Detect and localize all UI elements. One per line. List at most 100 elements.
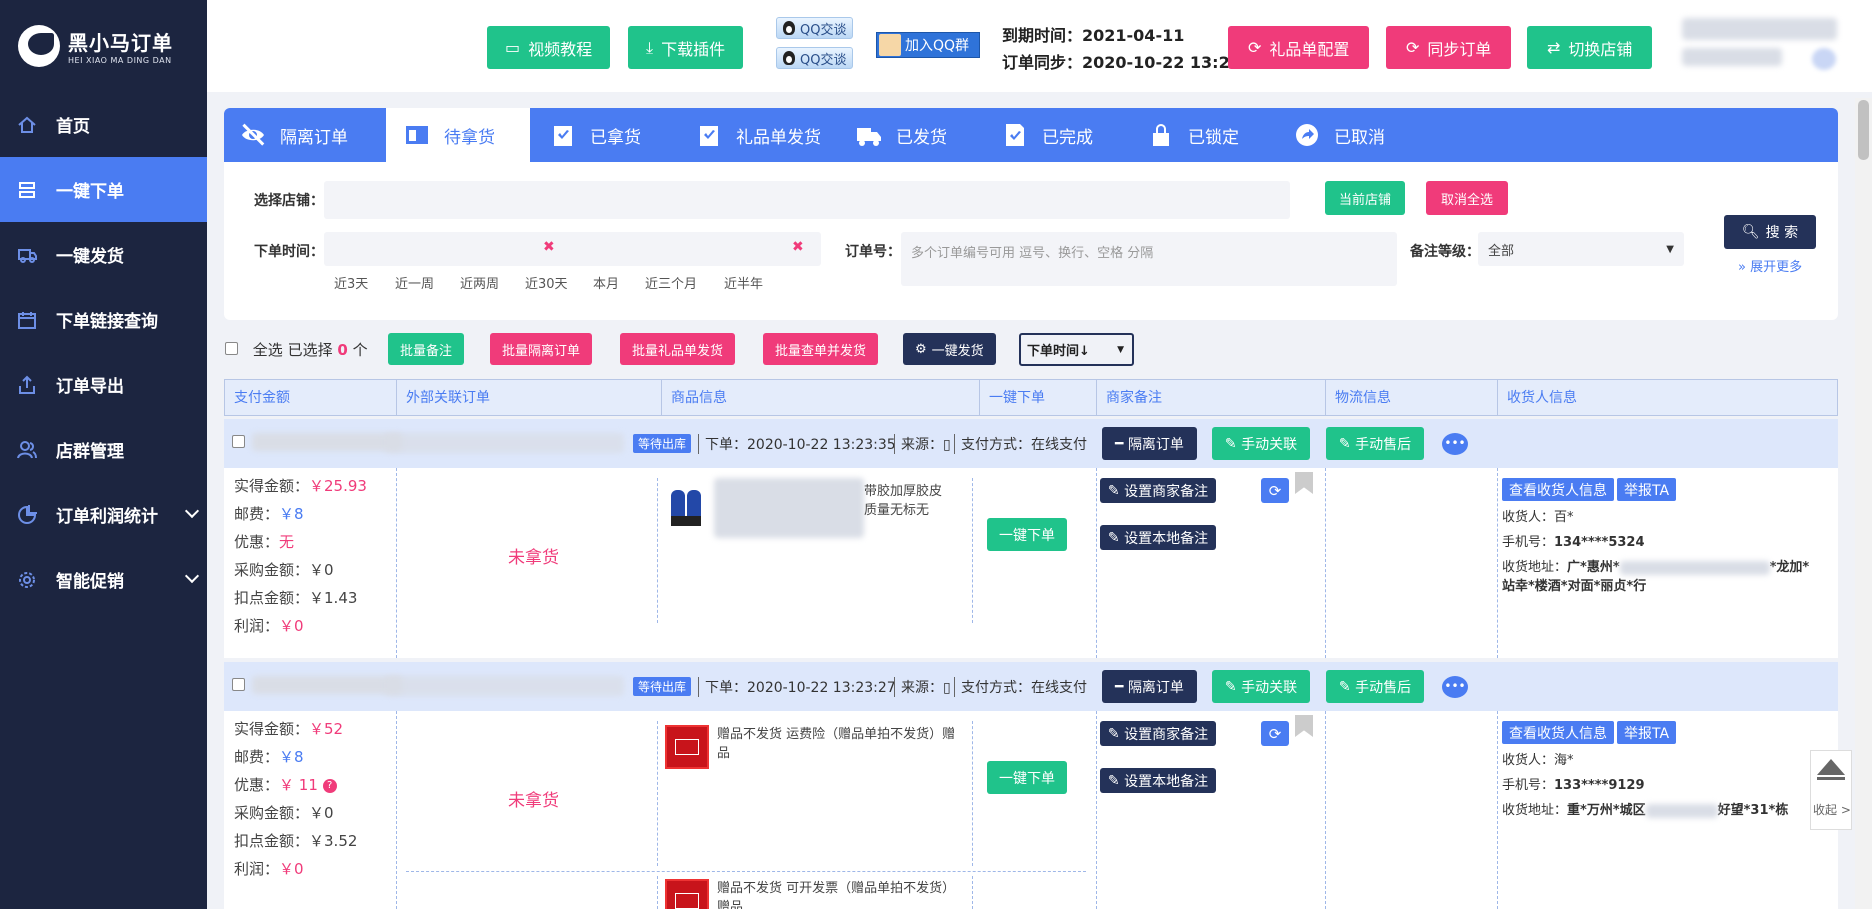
manual-link-button[interactable]: ✎ 手动关联 [1212, 670, 1310, 703]
isolate-order-button[interactable]: ━ 隔离订单 [1102, 427, 1197, 460]
quick-range-this-month[interactable]: 本月 [593, 273, 619, 292]
sidebar-item-one-click-ship[interactable]: 一键发货 [0, 222, 207, 287]
search-button[interactable]: 🔍︎ 搜 索 [1724, 215, 1816, 249]
download-plugin-button[interactable]: ⤓ 下载插件 [628, 26, 744, 69]
profit-amount: ￥0 [279, 860, 304, 878]
gift-config-button[interactable]: ⟳ 礼品单配置 [1228, 26, 1370, 69]
remark-level-select[interactable]: 全部 ▼ [1478, 232, 1684, 266]
column-divider [657, 478, 658, 623]
address-label: 收货地址： [1502, 803, 1568, 818]
report-button[interactable]: 举报TA [1617, 721, 1677, 744]
qq-chat-button-1[interactable]: QQ交谈 [776, 17, 854, 39]
tab-pending-pickup[interactable]: 待拿货 [386, 108, 530, 162]
batch-gift-ship-button[interactable]: 批量礼品单发货 [620, 333, 736, 365]
brand-logo[interactable]: 黑小马订单 HEI XIAO MA DING DAN [0, 0, 207, 92]
product-title[interactable]: 赠品不发货 运费险（赠品单拍不发货）赠品 [717, 725, 957, 763]
expand-more-link[interactable]: » 展开更多 [1738, 256, 1802, 275]
clear-start-date-icon[interactable]: ✖ [543, 239, 555, 255]
order-time-range-field[interactable] [324, 232, 821, 266]
clear-end-date-icon[interactable]: ✖ [792, 239, 804, 255]
manual-aftersale-button[interactable]: ✎ 手动售后 [1326, 670, 1424, 703]
qq-penguin-icon [783, 51, 795, 65]
sidebar-item-store-group[interactable]: 店群管理 [0, 417, 207, 482]
isolate-order-button[interactable]: ━ 隔离订单 [1102, 670, 1197, 703]
set-local-remark-button[interactable]: ✎ 设置本地备注 [1100, 768, 1216, 793]
manual-link-button[interactable]: ✎ 手动关联 [1212, 427, 1310, 460]
scrollbar-thumb[interactable] [1858, 100, 1869, 160]
quick-range-two-weeks[interactable]: 近两周 [460, 273, 499, 292]
sync-orders-button[interactable]: ⟳ 同步订单 [1386, 26, 1512, 69]
sidebar-item-profit-stats[interactable]: 订单利润统计 [0, 482, 207, 547]
bookmark-icon[interactable] [1295, 472, 1313, 494]
edit-icon: ✎ [1224, 435, 1242, 452]
receiver-phone: 133****9129 [1554, 778, 1645, 793]
order-header-row: 等待出库 下单：2020-10-22 13:23:27 来源：▯ 支付方式：在线… [224, 662, 1838, 711]
order-no-input[interactable]: 多个订单编号可用 逗号、换行、空格 分隔 [901, 232, 1397, 286]
avatar[interactable] [1812, 48, 1836, 70]
one-click-ship-button[interactable]: ⚙ 一键发货 [903, 333, 996, 365]
video-tutorial-button[interactable]: ▭ 视频教程 [487, 26, 611, 69]
tab-locked[interactable]: 已锁定 [1148, 108, 1239, 162]
batch-remark-button[interactable]: 批量备注 [388, 333, 465, 365]
tab-gift-ship[interactable]: 礼品单发货 [696, 108, 821, 162]
tab-picked-up[interactable]: 已拿货 [550, 108, 641, 162]
quick-range-week[interactable]: 近一周 [395, 273, 434, 292]
product-title[interactable]: 赠品不发货 可开发票（赠品单拍不发货）赠品 [717, 879, 957, 909]
quick-range-three-months[interactable]: 近三个月 [645, 273, 697, 292]
purchase-label: 采购金额： [234, 561, 310, 579]
sort-select[interactable]: 下单时间↓ ▼ [1019, 333, 1134, 366]
order-checkbox[interactable] [232, 678, 245, 691]
document-check-icon [1006, 124, 1024, 146]
select-all-checkbox[interactable] [225, 342, 238, 355]
view-receiver-button[interactable]: 查看收货人信息 [1502, 721, 1614, 744]
tab-isolated[interactable]: 隔离订单 [240, 108, 360, 162]
quick-range-half-year[interactable]: 近半年 [724, 273, 763, 292]
quick-range-3days[interactable]: 近3天 [334, 273, 368, 292]
tab-shipped[interactable]: 已发货 [856, 108, 947, 162]
set-merchant-remark-button[interactable]: ✎ 设置商家备注 [1100, 721, 1216, 746]
set-merchant-remark-button[interactable]: ✎ 设置商家备注 [1100, 478, 1216, 503]
quick-range-30days[interactable]: 近30天 [525, 273, 568, 292]
set-local-remark-button[interactable]: ✎ 设置本地备注 [1100, 525, 1216, 550]
one-click-order-button[interactable]: 一键下单 [987, 518, 1067, 551]
collapse-button[interactable]: 收起 > [1813, 801, 1851, 818]
chat-icon[interactable]: ••• [1442, 676, 1468, 698]
vertical-scrollbar[interactable] [1855, 98, 1872, 909]
column-divider [972, 478, 973, 623]
back-to-top-icon[interactable] [1817, 759, 1845, 775]
question-icon[interactable]: ? [322, 778, 337, 793]
product-thumbnail-gloves[interactable] [665, 486, 709, 530]
product-thumbnail-gift-1[interactable] [665, 725, 709, 769]
sidebar: 黑小马订单 HEI XIAO MA DING DAN 首页 一键下单 一键发货 … [0, 0, 207, 909]
sidebar-item-smart-promo[interactable]: 智能促销 [0, 547, 207, 612]
manual-aftersale-button[interactable]: ✎ 手动售后 [1326, 427, 1424, 460]
one-click-order-button[interactable]: 一键下单 [987, 761, 1067, 794]
sidebar-item-home[interactable]: 首页 [0, 92, 207, 157]
unselect-all-button[interactable]: 取消全选 [1426, 181, 1508, 215]
bookmark-icon[interactable] [1295, 715, 1313, 737]
join-qq-group-button[interactable]: 加入QQ群 [876, 32, 980, 58]
receiver-name: 收货人：百* [1502, 510, 1574, 525]
batch-check-ship-button[interactable]: 批量查单并发货 [763, 333, 879, 365]
tab-label: 已拿货 [590, 127, 641, 148]
sidebar-item-order-export[interactable]: 订单导出 [0, 352, 207, 417]
qq-chat-button-2[interactable]: QQ交谈 [776, 47, 854, 69]
order-checkbox[interactable] [232, 435, 245, 448]
sidebar-item-one-click-order[interactable]: 一键下单 [0, 157, 207, 222]
tab-completed[interactable]: 已完成 [1002, 108, 1093, 162]
chat-icon[interactable]: ••• [1442, 433, 1468, 455]
tab-label: 已锁定 [1188, 127, 1239, 148]
current-store-button[interactable]: 当前店铺 [1325, 181, 1405, 215]
product-thumbnail-gift-2[interactable] [665, 879, 709, 909]
tab-cancelled[interactable]: 已取消 [1294, 108, 1385, 162]
sidebar-item-order-link-query[interactable]: 下单链接查询 [0, 287, 207, 352]
view-receiver-button[interactable]: 查看收货人信息 [1502, 478, 1614, 501]
switch-store-button[interactable]: ⇄ 切换店铺 [1527, 26, 1653, 69]
refresh-remark-icon[interactable]: ⟳ [1261, 721, 1289, 746]
refresh-remark-icon[interactable]: ⟳ [1261, 478, 1289, 503]
batch-isolate-button[interactable]: 批量隔离订单 [490, 333, 593, 365]
external-order-status: 未拿货 [508, 791, 559, 811]
product-title[interactable]: 带胶加厚胶皮 质量无标无 [864, 482, 942, 520]
store-select-field[interactable] [324, 181, 1290, 219]
report-button[interactable]: 举报TA [1617, 478, 1677, 501]
